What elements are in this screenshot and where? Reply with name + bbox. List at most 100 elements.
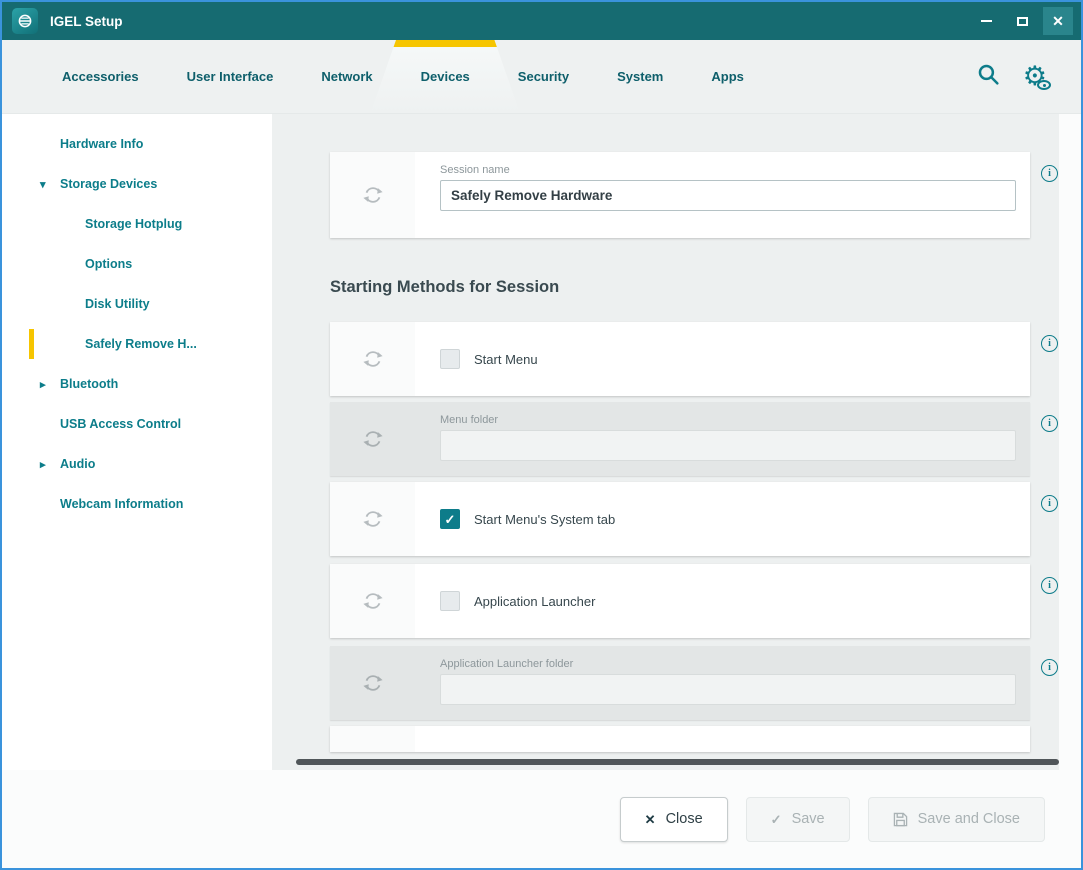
maximize-button[interactable] bbox=[1007, 7, 1037, 35]
reset-to-default-icon[interactable] bbox=[330, 402, 415, 476]
sidebar: Hardware Info ▾ Storage Devices Storage … bbox=[2, 114, 272, 770]
sidebar-item-storage-devices[interactable]: ▾ Storage Devices bbox=[2, 164, 272, 204]
maximize-icon bbox=[1017, 17, 1028, 26]
sidebar-item-label: Bluetooth bbox=[60, 377, 118, 391]
application-launcher-folder-field: Application Launcher folder bbox=[415, 646, 1030, 720]
minimize-button[interactable] bbox=[971, 7, 1001, 35]
partial-icon-cell bbox=[330, 726, 415, 752]
save-icon bbox=[893, 812, 908, 827]
sidebar-item-disk-utility[interactable]: Disk Utility bbox=[2, 284, 272, 324]
sidebar-item-hardware-info[interactable]: Hardware Info bbox=[2, 124, 272, 164]
system-tab-field: ✓ Start Menu's System tab bbox=[415, 482, 1030, 556]
sidebar-item-bluetooth[interactable]: ▸ Bluetooth bbox=[2, 364, 272, 404]
sidebar-item-label: Storage Devices bbox=[60, 177, 157, 191]
search-icon[interactable] bbox=[976, 62, 1001, 92]
tab-user-interface-label: User Interface bbox=[187, 69, 274, 84]
reset-to-default-icon[interactable] bbox=[330, 482, 415, 556]
igel-logo-icon bbox=[12, 8, 38, 34]
reset-to-default-icon[interactable] bbox=[330, 322, 415, 396]
sidebar-item-webcam-information[interactable]: Webcam Information bbox=[2, 484, 272, 524]
chevron-right-icon[interactable]: ▸ bbox=[40, 378, 46, 391]
application-launcher-field: ✓ Application Launcher bbox=[415, 564, 1030, 638]
application-launcher-label: Application Launcher bbox=[474, 594, 595, 609]
info-icon[interactable]: i bbox=[1041, 335, 1058, 352]
sidebar-item-label: Safely Remove H... bbox=[85, 337, 197, 351]
info-icon[interactable]: i bbox=[1041, 577, 1058, 594]
menu-folder-input[interactable] bbox=[440, 430, 1016, 461]
tab-accessories-label: Accessories bbox=[62, 69, 139, 84]
save-and-close-button-label: Save and Close bbox=[918, 811, 1020, 827]
reset-to-default-icon[interactable] bbox=[330, 646, 415, 720]
chevron-down-icon[interactable]: ▾ bbox=[40, 178, 46, 191]
start-menu-system-tab-label: Start Menu's System tab bbox=[474, 512, 615, 527]
reset-to-default-icon[interactable] bbox=[330, 152, 415, 238]
reset-to-default-icon[interactable] bbox=[330, 564, 415, 638]
check-icon: ✓ bbox=[445, 513, 456, 526]
session-name-label: Session name bbox=[440, 164, 1016, 176]
window-title: IGEL Setup bbox=[50, 14, 123, 29]
close-button-label: Close bbox=[666, 811, 703, 827]
chevron-right-icon[interactable]: ▸ bbox=[40, 458, 46, 471]
tab-apps-label: Apps bbox=[711, 69, 744, 84]
session-name-card: Session name i bbox=[330, 152, 1030, 238]
footer-bar: ✕ Close ✓ Save Save and Close bbox=[2, 770, 1081, 868]
titlebar: IGEL Setup ✕ bbox=[2, 2, 1081, 40]
info-icon[interactable]: i bbox=[1041, 659, 1058, 676]
content-panel: Session name i Starting Methods for Sess… bbox=[272, 114, 1081, 770]
sidebar-item-label: Webcam Information bbox=[60, 497, 183, 511]
application-launcher-folder-input[interactable] bbox=[440, 674, 1016, 705]
close-window-button[interactable]: ✕ bbox=[1043, 7, 1073, 35]
start-menu-row: ✓ Start Menu i bbox=[330, 322, 1030, 396]
info-icon[interactable]: i bbox=[1041, 165, 1058, 182]
eye-icon bbox=[1037, 80, 1051, 90]
menu-folder-field: Menu folder bbox=[415, 402, 1030, 476]
sidebar-item-options[interactable]: Options bbox=[2, 244, 272, 284]
gear-eye-icon[interactable]: ⚙ bbox=[1023, 63, 1047, 90]
application-launcher-folder-row: Application Launcher folder i bbox=[330, 646, 1030, 720]
tabbar-icons: ⚙ bbox=[976, 62, 1047, 92]
tab-apps[interactable]: Apps bbox=[687, 40, 768, 113]
vertical-scrollbar-track[interactable] bbox=[1059, 114, 1081, 770]
section-title: Starting Methods for Session bbox=[330, 278, 559, 297]
save-button-label: Save bbox=[792, 811, 825, 827]
sidebar-item-label: Options bbox=[85, 257, 132, 271]
start-menu-system-tab-checkbox[interactable]: ✓ bbox=[440, 509, 460, 529]
tab-user-interface[interactable]: User Interface bbox=[163, 40, 298, 113]
window-controls: ✕ bbox=[971, 7, 1073, 35]
save-and-close-button[interactable]: Save and Close bbox=[868, 797, 1045, 842]
sidebar-item-label: Hardware Info bbox=[60, 137, 143, 151]
sidebar-item-label: Disk Utility bbox=[85, 297, 150, 311]
horizontal-scrollbar[interactable] bbox=[296, 759, 1059, 765]
session-name-field: Session name bbox=[415, 152, 1030, 238]
tab-network-label: Network bbox=[321, 69, 372, 84]
start-menu-checkbox[interactable]: ✓ bbox=[440, 349, 460, 369]
partial-next-row bbox=[330, 726, 1030, 752]
sidebar-item-label: USB Access Control bbox=[60, 417, 181, 431]
info-icon[interactable]: i bbox=[1041, 415, 1058, 432]
menu-folder-row: Menu folder i bbox=[330, 402, 1030, 476]
sidebar-item-label: Storage Hotplug bbox=[85, 217, 182, 231]
start-menu-field: ✓ Start Menu bbox=[415, 322, 1030, 396]
sidebar-item-label: Audio bbox=[60, 457, 95, 471]
start-menu-system-tab-row: ✓ Start Menu's System tab i bbox=[330, 482, 1030, 556]
application-launcher-checkbox[interactable]: ✓ bbox=[440, 591, 460, 611]
session-name-input[interactable] bbox=[440, 180, 1016, 211]
info-icon[interactable]: i bbox=[1041, 495, 1058, 512]
sidebar-item-safely-remove-hardware[interactable]: Safely Remove H... bbox=[2, 324, 272, 364]
sidebar-item-audio[interactable]: ▸ Audio bbox=[2, 444, 272, 484]
tab-system-label: System bbox=[617, 69, 663, 84]
application-launcher-folder-label: Application Launcher folder bbox=[440, 658, 1016, 670]
check-icon: ✓ bbox=[771, 813, 782, 826]
igel-setup-window: IGEL Setup ✕ Accessories User Interface … bbox=[0, 0, 1083, 870]
menu-folder-label: Menu folder bbox=[440, 414, 1016, 426]
tab-system[interactable]: System bbox=[593, 40, 687, 113]
tab-devices-label: Devices bbox=[421, 69, 470, 84]
tab-accessories[interactable]: Accessories bbox=[38, 40, 163, 113]
close-button[interactable]: ✕ Close bbox=[620, 797, 728, 842]
sidebar-item-usb-access-control[interactable]: USB Access Control bbox=[2, 404, 272, 444]
tab-devices[interactable]: Devices bbox=[397, 40, 494, 113]
save-button[interactable]: ✓ Save bbox=[746, 797, 850, 842]
sidebar-item-storage-hotplug[interactable]: Storage Hotplug bbox=[2, 204, 272, 244]
tab-security[interactable]: Security bbox=[494, 40, 593, 113]
application-launcher-row: ✓ Application Launcher i bbox=[330, 564, 1030, 638]
